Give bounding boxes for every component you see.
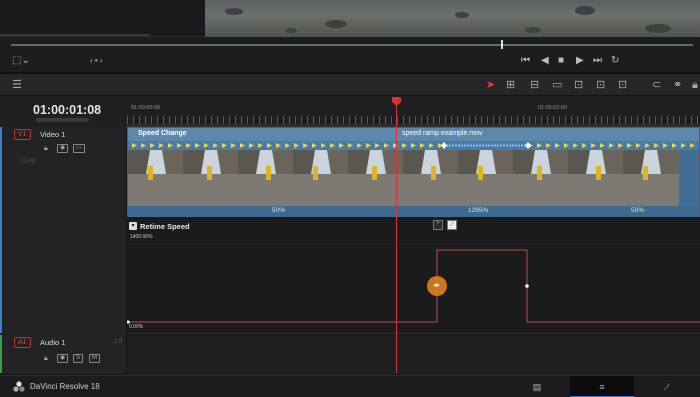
stop-icon[interactable]: ■ bbox=[558, 55, 564, 67]
skip-to-start-icon[interactable]: ⏮ bbox=[521, 55, 530, 67]
video-clip[interactable]: Speed Change speed ramp example.mov 50% … bbox=[127, 127, 700, 217]
transport-controls: ⬚⌄ ‹ • › ⏮ ◀ ■ ▶ ⏭ ↻ bbox=[0, 50, 700, 72]
ease-in-icon[interactable]: ⌃ bbox=[433, 220, 443, 230]
blade-icon[interactable]: ▭ bbox=[552, 79, 562, 91]
retime-max-value: 1400.00% bbox=[130, 234, 153, 240]
snapping-icon[interactable]: ⊂ bbox=[652, 79, 661, 91]
track-name-audio[interactable]: Audio 1 bbox=[40, 338, 65, 347]
linked-selection-icon[interactable]: ⚭ bbox=[673, 79, 682, 91]
clip-count: 1 Clip bbox=[20, 158, 36, 164]
selection-arrow-icon[interactable]: ➤ bbox=[486, 79, 495, 91]
scrubber-handle[interactable] bbox=[501, 40, 503, 49]
disable-track-icon[interactable]: ▭ bbox=[73, 144, 85, 153]
clip-label-left: Speed Change bbox=[138, 130, 187, 137]
speed-label[interactable]: 50% bbox=[631, 207, 644, 214]
audio-channel: 2.0 bbox=[114, 339, 123, 345]
timeline-view-options-icon[interactable]: ☰ bbox=[12, 79, 22, 91]
timeline-ruler[interactable]: 01:00:00:00 01:00:02:00 bbox=[127, 97, 700, 127]
auto-select-icon[interactable]: ◉ bbox=[57, 144, 69, 153]
zoom-slider[interactable] bbox=[36, 118, 89, 122]
page-bar: DaVinci Resolve 18 ▤ ≡ ⟋ bbox=[0, 375, 700, 397]
mute-button[interactable]: M bbox=[89, 354, 100, 363]
media-page-icon[interactable]: ▤ bbox=[522, 376, 552, 397]
retime-curve-editor[interactable]: ◂▸ 0.00% bbox=[127, 243, 700, 334]
track-badge-a1[interactable]: A1 bbox=[14, 337, 31, 348]
playhead-line[interactable] bbox=[396, 102, 397, 373]
clip-header: Speed Change speed ramp example.mov bbox=[128, 128, 699, 141]
step-forward-icon[interactable]: ⏭ bbox=[593, 55, 602, 67]
viewer-options-icon[interactable]: ⬚⌄ bbox=[12, 55, 30, 67]
retime-speed-header: ▾ Retime Speed 1400.00% ⌃ ⟋ bbox=[127, 217, 700, 243]
ruler-timecode: 01:00:00:00 bbox=[131, 105, 161, 111]
step-back-icon[interactable]: ◀ bbox=[541, 55, 549, 67]
trim-icon[interactable]: ⊞ bbox=[506, 79, 515, 91]
retime-dropdown-icon[interactable]: ▾ bbox=[129, 222, 137, 230]
ruler-timecode: 01:00:02:00 bbox=[538, 105, 568, 111]
play-icon[interactable]: ▶ bbox=[576, 55, 584, 67]
dynamic-trim-icon[interactable]: ⊟ bbox=[530, 79, 539, 91]
current-timecode[interactable]: 01:00:01:08 bbox=[33, 103, 101, 117]
app-name: DaVinci Resolve 18 bbox=[30, 382, 100, 391]
retime-min-value: 0.00% bbox=[129, 324, 144, 330]
lock-audio-track-icon[interactable]: 🔒︎ bbox=[44, 354, 48, 363]
clip-speed-footer: 50% 1265% 50% bbox=[128, 206, 699, 217]
auto-select-audio-icon[interactable]: ◉ bbox=[57, 354, 69, 363]
clip-label-right: speed ramp example.mov bbox=[402, 130, 483, 137]
keyframe-handle[interactable]: ◂▸ bbox=[427, 276, 447, 296]
edit-page-icon[interactable]: ≡ bbox=[570, 376, 634, 397]
edit-toolbar: ☰ ➤ ⊞ ⊟ ▭ ⊡ ⊡ ⊡ ⊂ ⚭ 🔒︎ bbox=[0, 74, 700, 96]
ease-out-icon[interactable]: ⟋ bbox=[447, 220, 457, 230]
replace-clip-icon[interactable]: ⊡ bbox=[618, 79, 627, 91]
viewer-nav-icon[interactable]: ‹ • › bbox=[90, 55, 103, 67]
speed-markers bbox=[128, 141, 699, 150]
timeline-timecode-panel: 01:00:01:08 bbox=[0, 97, 127, 127]
loop-icon[interactable]: ↻ bbox=[611, 55, 619, 67]
lock-track-icon[interactable]: 🔒︎ bbox=[44, 144, 48, 153]
track-badge-v1[interactable]: V1 bbox=[14, 129, 31, 140]
speed-label[interactable]: 1265% bbox=[468, 207, 488, 214]
speed-label[interactable]: 50% bbox=[272, 207, 285, 214]
clip-thumbnails bbox=[128, 150, 699, 206]
audio-track-row[interactable] bbox=[127, 335, 700, 373]
track-headers: V1 Video 1 🔒︎ ◉ ▭ 1 Clip A1 Audio 1 2.0 … bbox=[0, 127, 127, 373]
overwrite-clip-icon[interactable]: ⊡ bbox=[596, 79, 605, 91]
lock-icon[interactable]: 🔒︎ bbox=[692, 79, 698, 91]
retime-title: Retime Speed bbox=[140, 222, 190, 231]
solo-button[interactable]: S bbox=[73, 354, 84, 363]
track-name-video[interactable]: Video 1 bbox=[40, 130, 65, 139]
insert-clip-icon[interactable]: ⊡ bbox=[574, 79, 583, 91]
playhead-handle[interactable] bbox=[392, 97, 401, 106]
viewer-frame bbox=[205, 0, 700, 37]
resolve-logo-icon bbox=[13, 381, 25, 392]
viewer-left-panel bbox=[0, 0, 205, 37]
color-page-icon[interactable]: ⟋ bbox=[652, 376, 682, 397]
